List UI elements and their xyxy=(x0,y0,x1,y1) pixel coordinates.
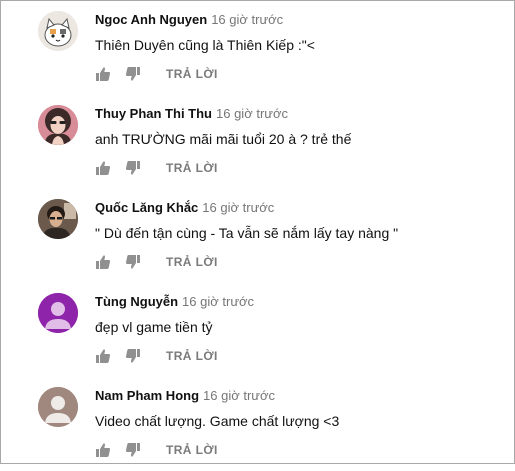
reply-button[interactable]: TRẢ LỜI xyxy=(166,67,218,81)
comment-timestamp[interactable]: 16 giờ trước xyxy=(182,294,254,309)
thumbs-down-icon[interactable] xyxy=(125,66,141,82)
comment-header: Thuy Phan Thi Thu 16 giờ trước xyxy=(95,106,288,122)
thumbs-down-icon[interactable] xyxy=(125,160,141,176)
author-name[interactable]: Ngoc Anh Nguyen xyxy=(95,12,207,27)
comment-timestamp[interactable]: 16 giờ trước xyxy=(203,388,275,403)
reply-button[interactable]: TRẢ LỜI xyxy=(166,443,218,457)
thumbs-down-icon[interactable] xyxy=(125,442,141,458)
comment-item: Nam Pham Hong 16 giờ trước Video chất lượ… xyxy=(1,377,514,471)
comment-item: Tùng Nguyễn 16 giờ trước đẹp vl game tiền… xyxy=(1,283,514,377)
default-user-icon xyxy=(38,293,78,333)
avatar[interactable] xyxy=(38,199,78,239)
comment-actions: TRẢ LỜI xyxy=(95,441,218,459)
comment-header: Ngoc Anh Nguyen 16 giờ trước xyxy=(95,12,283,28)
thumbs-up-icon[interactable] xyxy=(95,254,111,270)
comment-header: Nam Pham Hong 16 giờ trước xyxy=(95,388,275,404)
comment-header: Tùng Nguyễn 16 giờ trước xyxy=(95,294,254,310)
author-name[interactable]: Nam Pham Hong xyxy=(95,388,199,403)
avatar[interactable] xyxy=(38,11,78,51)
comment-text: Thiên Duyên cũng là Thiên Kiếp :"< xyxy=(95,37,315,53)
profile-photo-image xyxy=(38,105,78,145)
comment-item: Quốc Lăng Khắc 16 giờ trước " Dù đến tận … xyxy=(1,189,514,283)
comment-text: " Dù đến tận cùng - Ta vẫn sẽ nắm lấy ta… xyxy=(95,225,399,241)
cat-avatar-image xyxy=(38,11,78,51)
comment-item: Thuy Phan Thi Thu 16 giờ trước anh TRƯỜNG… xyxy=(1,95,514,189)
comment-item: Ngoc Anh Nguyen 16 giờ trước Thiên Duyên … xyxy=(1,1,514,95)
profile-photo-image xyxy=(38,199,78,239)
avatar[interactable] xyxy=(38,387,78,427)
reply-button[interactable]: TRẢ LỜI xyxy=(166,161,218,175)
comment-text: Video chất lượng. Game chất lượng <3 xyxy=(95,413,340,429)
author-name[interactable]: Thuy Phan Thi Thu xyxy=(95,106,212,121)
avatar[interactable] xyxy=(38,105,78,145)
thumbs-up-icon[interactable] xyxy=(95,66,111,82)
thumbs-down-icon[interactable] xyxy=(125,348,141,364)
comment-actions: TRẢ LỜI xyxy=(95,159,218,177)
reply-button[interactable]: TRẢ LỜI xyxy=(166,349,218,363)
avatar[interactable] xyxy=(38,293,78,333)
author-name[interactable]: Tùng Nguyễn xyxy=(95,294,178,309)
thumbs-up-icon[interactable] xyxy=(95,160,111,176)
thumbs-up-icon[interactable] xyxy=(95,348,111,364)
comment-actions: TRẢ LỜI xyxy=(95,347,218,365)
reply-button[interactable]: TRẢ LỜI xyxy=(166,255,218,269)
comment-actions: TRẢ LỜI xyxy=(95,65,218,83)
thumbs-up-icon[interactable] xyxy=(95,442,111,458)
comment-timestamp[interactable]: 16 giờ trước xyxy=(216,106,288,121)
comment-text: đẹp vl game tiền tỷ xyxy=(95,319,213,335)
comments-panel: Ngoc Anh Nguyen 16 giờ trước Thiên Duyên … xyxy=(0,0,515,464)
comment-text: anh TRƯỜNG mãi mãi tuổi 20 à ? trẻ thế xyxy=(95,131,352,147)
comment-actions: TRẢ LỜI xyxy=(95,253,218,271)
comment-header: Quốc Lăng Khắc 16 giờ trước xyxy=(95,200,274,216)
default-user-icon xyxy=(38,387,78,427)
comment-timestamp[interactable]: 16 giờ trước xyxy=(211,12,283,27)
thumbs-down-icon[interactable] xyxy=(125,254,141,270)
comment-timestamp[interactable]: 16 giờ trước xyxy=(202,200,274,215)
author-name[interactable]: Quốc Lăng Khắc xyxy=(95,200,198,215)
